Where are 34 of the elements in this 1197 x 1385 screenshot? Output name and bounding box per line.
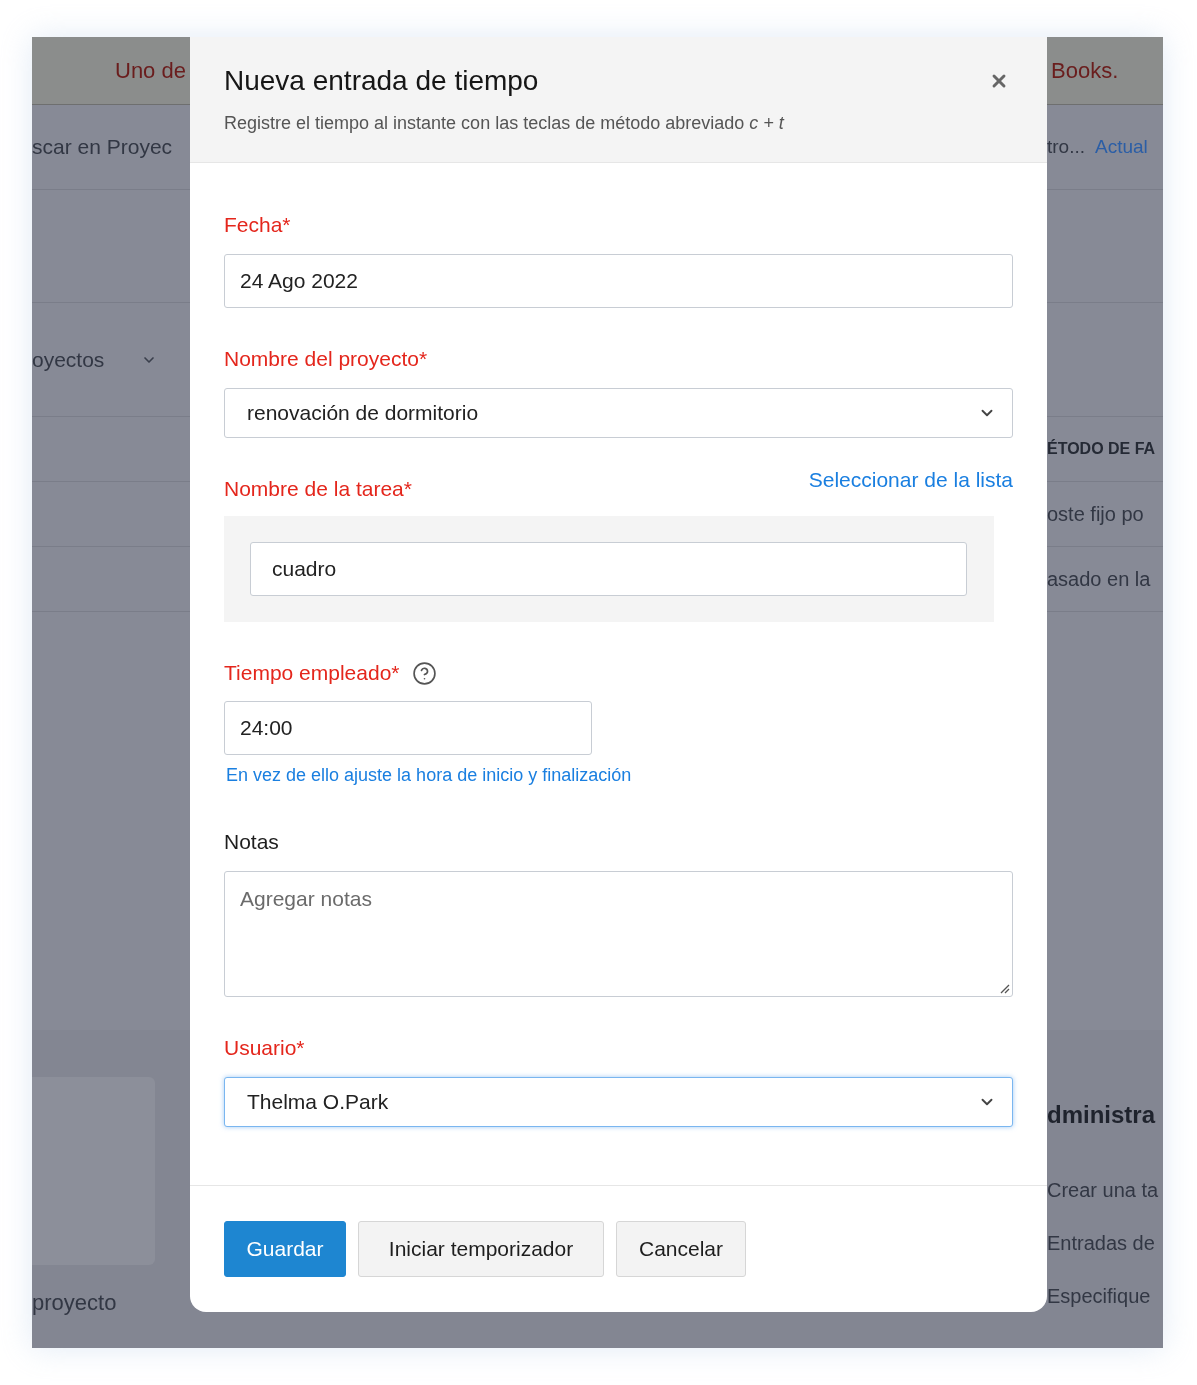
field-label: Notas xyxy=(224,829,280,855)
select-field[interactable]: renovación de dormitorio xyxy=(224,388,1013,438)
start-end-time-link[interactable]: En vez de ello ajuste la hora de inicio y finalización xyxy=(226,763,632,787)
search-text: scar en Proyec xyxy=(32,135,173,159)
cancel-button[interactable]: Cancelar xyxy=(616,1221,746,1277)
table-header: ÉTODO DE FA xyxy=(1047,440,1156,457)
field-label: Usuario* xyxy=(224,1035,306,1061)
select-field[interactable]: Thelma O.Park xyxy=(224,1077,1013,1127)
filter-text: tro... xyxy=(1047,134,1085,159)
admin-heading: dministra xyxy=(1047,1100,1157,1130)
projects-dropdown-text[interactable]: oyectos xyxy=(32,343,105,376)
dialog-title: Nueva entrada de tiempo xyxy=(224,64,540,98)
save-button[interactable]: Guardar xyxy=(224,1221,346,1277)
admin-link[interactable]: Especifique xyxy=(1047,1282,1163,1310)
notes-field[interactable]: Agregar notas xyxy=(224,871,1013,997)
task-field[interactable]: cuadro xyxy=(250,542,967,596)
date-field[interactable]: 24 Ago 2022 xyxy=(224,254,1013,308)
select-from-list-link[interactable]: Seleccionar de la lista xyxy=(808,469,1013,491)
project-caption: proyecto xyxy=(32,1289,118,1317)
table-cell: asado en la xyxy=(1047,568,1151,590)
field-label: Nombre del proyecto* xyxy=(224,346,429,372)
admin-link[interactable]: Entradas de xyxy=(1047,1229,1163,1257)
top-bar-text: Books. xyxy=(1051,58,1119,83)
admin-link[interactable]: Crear una ta xyxy=(1047,1176,1163,1204)
field-label: Tiempo empleado* xyxy=(224,660,400,686)
time-field[interactable]: 24:00 xyxy=(224,701,592,755)
start-timer-button[interactable]: Iniciar temporizador xyxy=(358,1221,604,1277)
help-icon[interactable] xyxy=(411,660,437,686)
field-label: Nombre de la tarea* xyxy=(224,476,412,502)
table-cell: oste fijo po xyxy=(1047,503,1144,525)
dialog-subtitle: Registre el tiempo al instante con las teclas de método abreviado c + t xyxy=(224,112,784,135)
resize-handle-icon[interactable] xyxy=(998,982,1010,994)
field-label: Fecha* xyxy=(224,212,292,238)
top-bar-text: Uno de xyxy=(115,58,186,83)
